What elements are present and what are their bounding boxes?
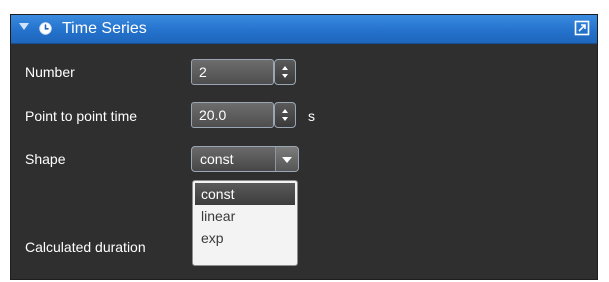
- point-time-label: Point to point time: [25, 108, 138, 124]
- panel-header[interactable]: Time Series: [11, 15, 597, 44]
- shape-select[interactable]: const: [191, 146, 299, 172]
- number-label: Number: [25, 64, 75, 80]
- number-input[interactable]: 2: [191, 59, 274, 85]
- point-time-unit: s: [308, 108, 315, 124]
- point-time-stepper[interactable]: [274, 102, 296, 128]
- panel-title: Time Series: [62, 20, 147, 37]
- shape-label: Shape: [25, 151, 66, 167]
- number-stepper[interactable]: [274, 59, 296, 85]
- dropdown-option-exp[interactable]: exp: [195, 227, 295, 249]
- chevron-down-icon: [282, 157, 292, 163]
- dropdown-button[interactable]: [275, 147, 298, 171]
- stepper-arrows-icon: [282, 109, 288, 121]
- popout-icon[interactable]: [574, 20, 590, 36]
- number-value: 2: [199, 64, 207, 80]
- shape-value: const: [200, 151, 234, 167]
- point-time-value: 20.0: [199, 107, 227, 123]
- calculated-duration-label: Calculated duration: [25, 239, 146, 255]
- point-time-input[interactable]: 20.0: [191, 102, 274, 128]
- triangle-down-icon[interactable]: [19, 23, 29, 30]
- shape-dropdown-list: const linear exp: [192, 180, 298, 266]
- dropdown-option-const[interactable]: const: [195, 183, 295, 205]
- stepper-arrows-icon: [282, 66, 288, 78]
- time-series-panel: Time Series Number 2 Point to point time…: [10, 14, 598, 280]
- clock-icon: [39, 22, 52, 35]
- dropdown-option-linear[interactable]: linear: [195, 205, 295, 227]
